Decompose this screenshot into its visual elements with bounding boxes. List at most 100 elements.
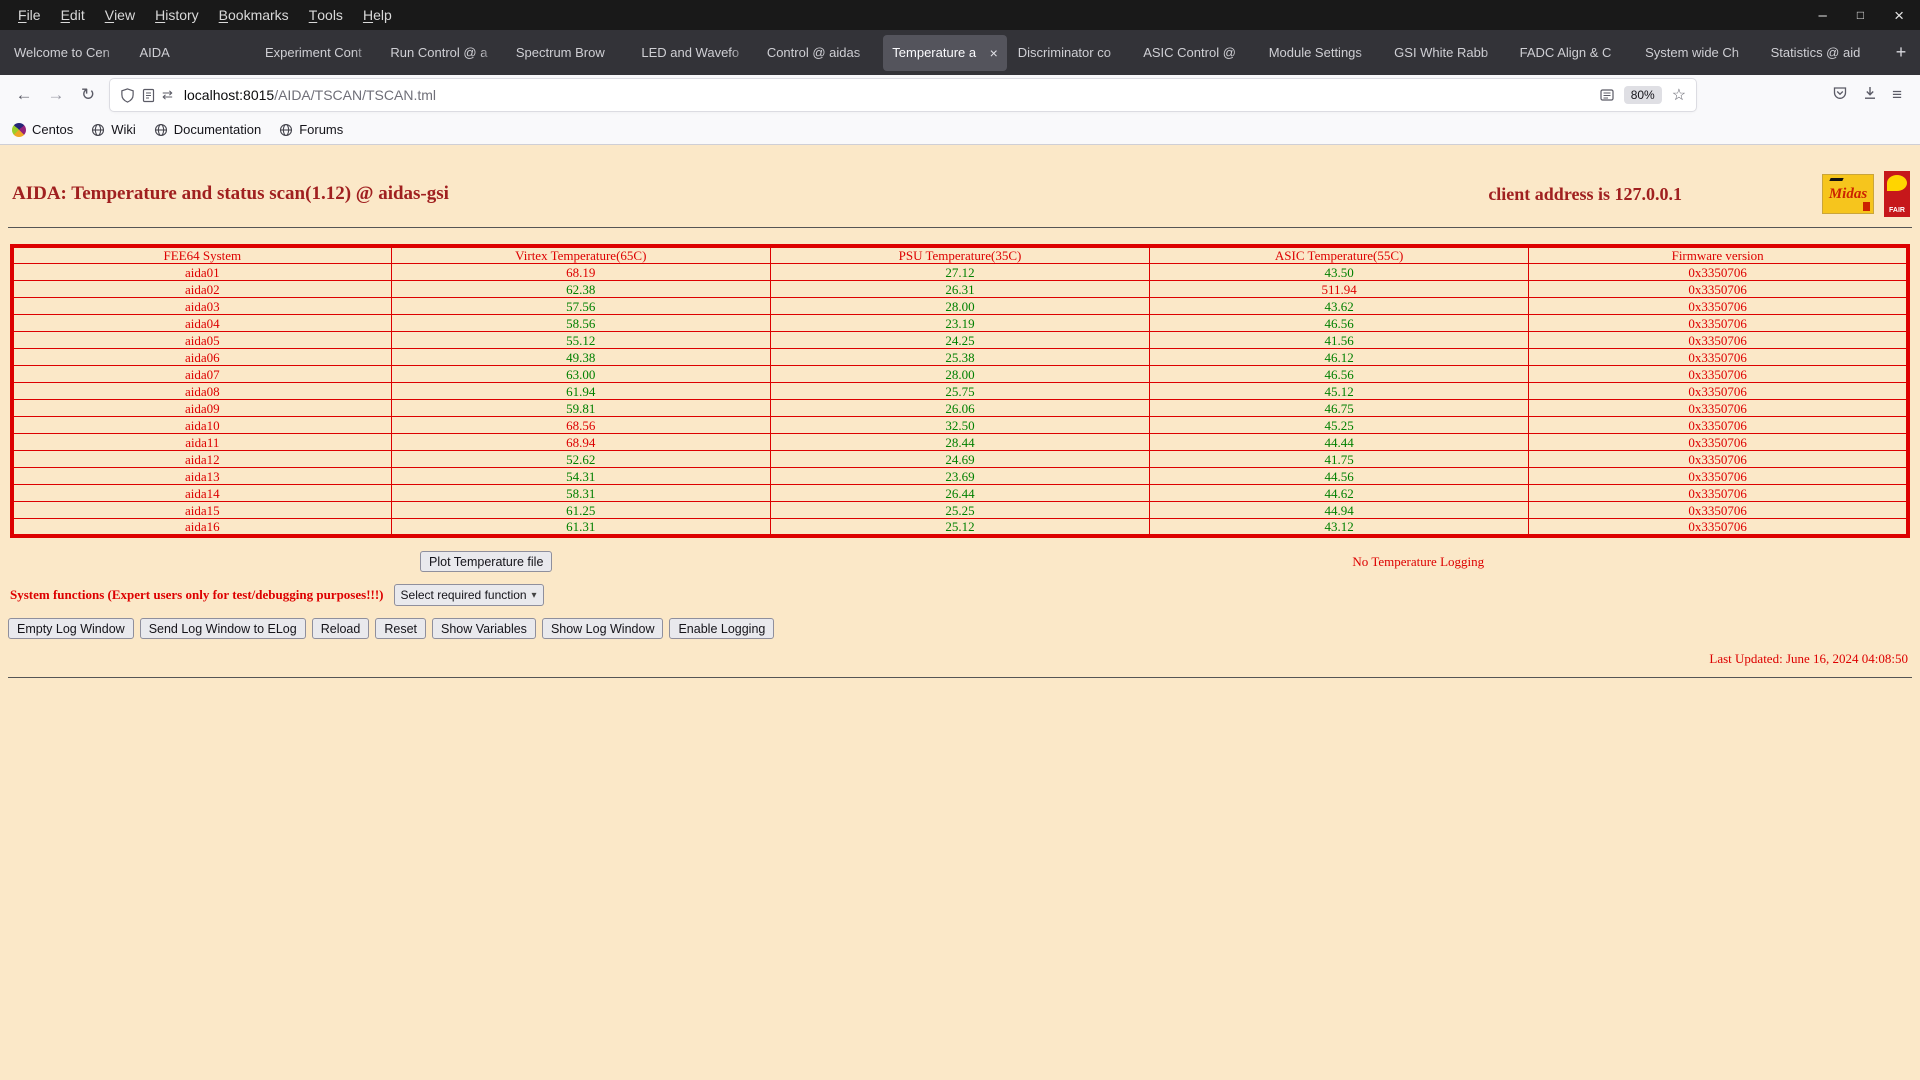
menu-view[interactable]: View [95,0,145,30]
reset-button[interactable]: Reset [375,618,426,639]
asic-temperature: 43.62 [1149,297,1530,315]
psu-temperature: 28.00 [769,297,1151,315]
psu-temperature: 26.06 [769,399,1151,417]
fair-logo-text: FAIR [1889,207,1905,214]
back-icon[interactable]: ← [8,80,40,110]
firmware-version: 0x3350706 [1528,331,1909,349]
reader-view-icon[interactable] [1600,88,1614,102]
page-info-icon[interactable] [142,88,155,103]
tab-module-settings[interactable]: Module Settings [1260,35,1383,71]
system-functions-label: System functions (Expert users only for … [10,587,384,602]
bookmark-star-icon[interactable]: ☆ [1672,85,1686,105]
tab-experiment-cont[interactable]: Experiment Cont [256,35,379,71]
psu-temperature: 25.38 [769,348,1151,366]
menu-edit[interactable]: Edit [51,0,95,30]
tab-label: Statistics @ aid [1770,45,1861,60]
asic-temperature: 46.75 [1149,399,1530,417]
page-header: AIDA: Temperature and status scan(1.12) … [0,145,1920,217]
tab-label: Experiment Cont [264,45,362,60]
shield-icon[interactable] [120,87,135,103]
maximize-icon[interactable]: □ [1857,9,1864,21]
tab-aida[interactable]: AIDA [130,35,253,71]
virtex-temperature: 55.12 [390,331,771,349]
table-row: aida16 61.31 25.12 43.12 0x3350706 [11,518,1909,537]
tab-control-aidas[interactable]: Control @ aidas [758,35,881,71]
table-row: aida09 59.81 26.06 46.75 0x3350706 [11,399,1909,417]
column-header: Firmware version [1528,245,1909,264]
table-row: aida02 62.38 26.31 511.94 0x3350706 [11,280,1909,298]
tab-discriminator-co[interactable]: Discriminator co [1009,35,1132,71]
fee64-name: aida02 [11,280,392,298]
fee64-name: aida05 [11,331,392,349]
temperature-table: FEE64 System Virtex Temperature(65C) PSU T… [10,244,1910,538]
function-select[interactable]: Select required function ▾ [393,584,544,606]
send-log-window-to-elog-button[interactable]: Send Log Window to ELog [139,618,306,639]
permissions-icon[interactable]: ⇄ [162,87,173,103]
firmware-version: 0x3350706 [1528,484,1909,502]
menu-history[interactable]: History [145,0,209,30]
tab-statistics-aid[interactable]: Statistics @ aid [1762,35,1885,71]
close-window-icon[interactable]: × [1894,7,1904,24]
reload-button[interactable]: Reload [311,618,370,639]
bookmark-documentation[interactable]: Documentation [154,122,261,137]
new-tab-button[interactable]: + [1886,38,1916,68]
bookmark-centos[interactable]: Centos [9,119,73,140]
asic-temperature: 511.94 [1149,280,1530,298]
menu-tools[interactable]: Tools [299,0,353,30]
show-variables-button[interactable]: Show Variables [432,618,536,639]
globe-icon [154,123,168,137]
fee64-name: aida06 [11,348,392,366]
psu-temperature: 28.44 [769,433,1151,451]
tab-welcome-to-cen[interactable]: Welcome to Cen [5,35,128,71]
close-tab-icon[interactable]: × [990,45,998,61]
firmware-version: 0x3350706 [1528,263,1909,281]
url-bar[interactable]: ⇄ localhost:8015/AIDA/TSCAN/TSCAN.tml 80… [110,79,1697,111]
minimize-icon[interactable]: – [1818,8,1826,23]
tab-strip: Welcome to Cen AIDA Experiment Cont Run Con… [0,30,1920,75]
menu-file[interactable]: File [8,0,51,30]
show-log-window-button[interactable]: Show Log Window [541,618,664,639]
table-row: aida04 58.56 23.19 46.56 0x3350706 [11,314,1909,332]
firmware-version: 0x3350706 [1528,518,1909,537]
tab-label: Spectrum Brow [515,45,605,60]
psu-temperature: 25.25 [769,501,1151,519]
asic-temperature: 44.94 [1149,501,1530,519]
app-menu-icon[interactable]: ≡ [1892,85,1902,105]
empty-log-window-button[interactable]: Empty Log Window [8,618,134,639]
zoom-level[interactable]: 80% [1623,86,1662,104]
toolbar-right-icons: ≡ [1822,85,1912,106]
asic-temperature: 43.12 [1149,518,1530,537]
tab-gsi-white-rabb[interactable]: GSI White Rabb [1385,35,1508,71]
page-title: AIDA: Temperature and status scan(1.12) … [12,183,449,204]
tab-led-and-wavefo[interactable]: LED and Wavefo [632,35,755,71]
fee64-name: aida16 [11,518,392,537]
tab-temperature-a[interactable]: Temperature a × [883,34,1007,71]
plot-temperature-button[interactable]: Plot Temperature file [420,551,553,572]
tab-asic-control[interactable]: ASIC Control @ [1134,35,1257,71]
url-path: /AIDA/TSCAN/TSCAN.tml [274,87,436,103]
virtex-temperature: 61.31 [390,518,771,537]
bookmarks-bar: Centos Wiki Documentation Forums [0,115,1920,145]
table-row: aida07 63.00 28.00 46.56 0x3350706 [11,365,1909,383]
table-row: aida03 57.56 28.00 43.62 0x3350706 [11,297,1909,315]
menu-help[interactable]: Help [353,0,402,30]
forward-icon[interactable]: → [40,80,72,110]
tab-spectrum-brow[interactable]: Spectrum Brow [507,35,630,71]
tab-run-control-a[interactable]: Run Control @ a [381,35,504,71]
fair-logo: FAIR [1884,171,1910,217]
bookmark-wiki[interactable]: Wiki [91,122,136,137]
virtex-temperature: 52.62 [390,450,771,468]
tab-system-wide-ch[interactable]: System wide Ch [1636,35,1759,71]
firmware-version: 0x3350706 [1528,501,1909,519]
virtex-temperature: 54.31 [390,467,771,485]
logging-status: No Temperature Logging [1352,553,1485,569]
tab-fadc-align-c[interactable]: FADC Align & C [1511,35,1634,71]
reload-icon[interactable]: ↻ [72,80,104,110]
tab-label: Module Settings [1268,45,1362,60]
enable-logging-button[interactable]: Enable Logging [669,618,775,639]
downloads-icon[interactable] [1862,85,1878,106]
bookmark-forums[interactable]: Forums [279,122,343,137]
pocket-icon[interactable] [1832,85,1848,106]
menu-bookmarks[interactable]: Bookmarks [209,0,299,30]
midas-logo: Midas [1822,174,1874,214]
